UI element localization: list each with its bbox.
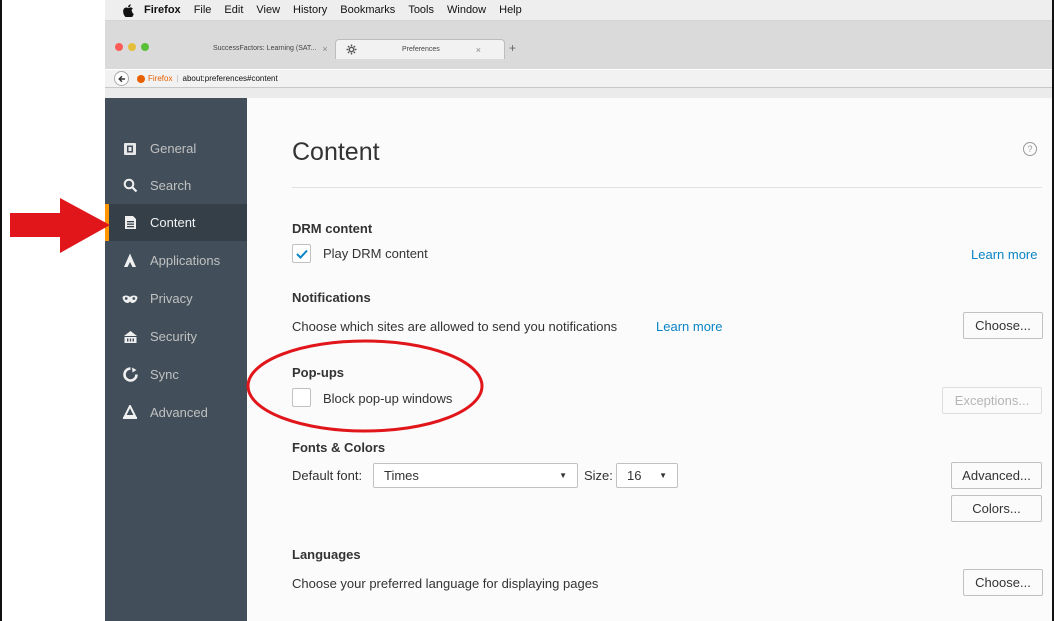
tab-close-icon[interactable]: ×	[322, 44, 327, 54]
preferences-sidebar: General Search Content Applications Priv…	[105, 98, 247, 621]
title-divider	[292, 187, 1042, 188]
sidebar-item-privacy[interactable]: Privacy	[105, 280, 247, 317]
drm-learn-more-link[interactable]: Learn more	[971, 247, 1037, 262]
advanced-icon	[122, 405, 138, 421]
menu-view[interactable]: View	[256, 4, 280, 16]
general-icon	[122, 141, 138, 157]
menu-edit[interactable]: Edit	[224, 4, 243, 16]
page-title: Content	[292, 138, 380, 166]
sidebar-item-applications[interactable]: Applications	[105, 242, 247, 279]
toolbar-divider	[105, 88, 1052, 98]
tab-label: SuccessFactors: Learning (SAT...	[213, 45, 317, 52]
languages-description: Choose your preferred language for displ…	[292, 576, 599, 591]
menu-bookmarks[interactable]: Bookmarks	[340, 4, 395, 16]
content-icon	[122, 215, 138, 231]
default-font-value: Times	[384, 468, 419, 483]
sidebar-item-label: Applications	[150, 253, 221, 268]
sidebar-item-label: Content	[150, 215, 196, 230]
privacy-mask-icon	[122, 291, 138, 307]
drm-heading: DRM content	[292, 221, 373, 236]
default-font-label: Default font:	[292, 468, 363, 483]
default-font-select[interactable]: Times ▼	[373, 463, 578, 488]
chevron-down-icon: ▼	[559, 471, 567, 480]
menu-tools[interactable]: Tools	[408, 4, 434, 16]
window-controls	[115, 43, 149, 51]
tab-label: Preferences	[402, 46, 440, 53]
search-icon	[122, 178, 138, 194]
sidebar-item-general[interactable]: General	[105, 130, 247, 167]
font-size-label: Size:	[584, 468, 613, 483]
help-icon[interactable]: ?	[1023, 142, 1037, 156]
sidebar-item-label: Sync	[150, 367, 179, 382]
sidebar-item-label: Advanced	[150, 405, 208, 420]
colors-button[interactable]: Colors...	[951, 495, 1042, 522]
sidebar-item-label: Security	[150, 329, 197, 344]
popups-exceptions-button[interactable]: Exceptions...	[942, 387, 1042, 414]
sidebar-item-label: Search	[150, 178, 192, 193]
sidebar-item-label: Privacy	[150, 291, 193, 306]
minimize-window-button[interactable]	[128, 43, 136, 51]
tab-close-icon[interactable]: ×	[476, 45, 481, 55]
notifications-description: Choose which sites are allowed to send y…	[292, 319, 618, 334]
annotation-red-arrow	[10, 198, 110, 253]
firefox-identity-icon	[137, 74, 145, 83]
sidebar-item-search[interactable]: Search	[105, 167, 247, 204]
languages-heading: Languages	[292, 547, 361, 562]
firefox-window: Firefox File Edit View History Bookmarks…	[105, 0, 1052, 621]
sidebar-item-security[interactable]: Security	[105, 318, 247, 355]
mac-menu-bar: Firefox File Edit View History Bookmarks…	[105, 0, 1052, 21]
sidebar-item-sync[interactable]: Sync	[105, 356, 247, 393]
sync-icon	[122, 367, 138, 383]
apple-logo-icon[interactable]	[122, 3, 134, 17]
tab-preferences[interactable]: Preferences ×	[335, 39, 505, 59]
fonts-advanced-button[interactable]: Advanced...	[951, 462, 1042, 489]
notifications-learn-more-link[interactable]: Learn more	[656, 319, 722, 334]
new-tab-button[interactable]: +	[509, 41, 516, 55]
close-window-button[interactable]	[115, 43, 123, 51]
navigation-bar: Firefox | about:preferences#content	[105, 70, 1052, 88]
chevron-down-icon: ▼	[659, 471, 667, 480]
annotation-red-circle	[246, 339, 484, 433]
sidebar-item-label: General	[150, 141, 197, 156]
applications-icon	[122, 253, 138, 269]
menu-history[interactable]: History	[293, 4, 327, 16]
menu-window[interactable]: Window	[447, 4, 486, 16]
tab-successfactors[interactable]: SuccessFactors: Learning (SAT... ×	[171, 39, 334, 58]
url-field[interactable]: about:preferences#content	[183, 74, 278, 83]
languages-choose-button[interactable]: Choose...	[963, 569, 1043, 596]
checkmark-icon	[295, 249, 308, 259]
notifications-heading: Notifications	[292, 290, 371, 305]
menu-help[interactable]: Help	[499, 4, 522, 16]
tab-strip: SuccessFactors: Learning (SAT... × Prefe…	[105, 21, 1052, 69]
back-arrow-icon	[117, 75, 125, 82]
menu-firefox[interactable]: Firefox	[144, 4, 181, 16]
play-drm-label: Play DRM content	[323, 246, 428, 261]
menu-file[interactable]: File	[194, 4, 212, 16]
left-frame-border	[0, 0, 2, 621]
url-separator: |	[176, 74, 179, 83]
zoom-window-button[interactable]	[141, 43, 149, 51]
gear-icon	[346, 44, 357, 55]
security-icon	[122, 329, 138, 345]
font-size-value: 16	[627, 468, 642, 483]
notifications-choose-button[interactable]: Choose...	[963, 312, 1043, 339]
font-size-select[interactable]: 16 ▼	[616, 463, 678, 488]
play-drm-checkbox[interactable]	[292, 244, 311, 263]
sidebar-item-advanced[interactable]: Advanced	[105, 394, 247, 431]
fonts-colors-heading: Fonts & Colors	[292, 440, 386, 455]
sidebar-item-content[interactable]: Content	[105, 204, 247, 241]
identity-label: Firefox	[148, 74, 173, 83]
back-button[interactable]	[114, 71, 129, 86]
